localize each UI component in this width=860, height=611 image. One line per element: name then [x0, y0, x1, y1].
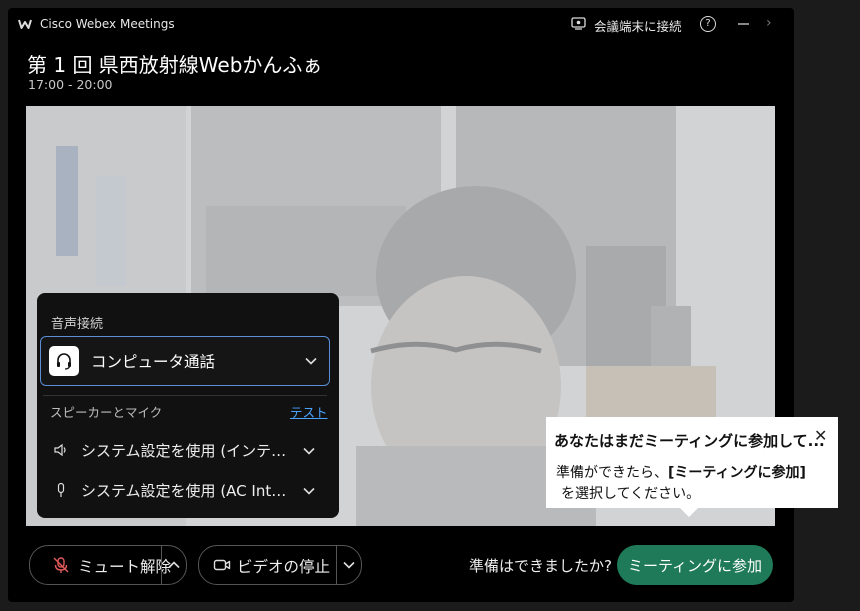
tooltip-body-line1: 準備ができたら、[ミーティングに参加]: [556, 462, 806, 482]
help-icon[interactable]: ?: [700, 16, 716, 32]
video-label: ビデオの停止: [237, 558, 331, 576]
join-hint-tooltip: あなたはまだミーティングに参加して... ✕ 準備ができたら、[ミーティングに参…: [546, 417, 838, 508]
video-toggle[interactable]: ビデオの停止: [198, 545, 362, 585]
audio-type-select[interactable]: コンピュータ通話: [40, 336, 330, 386]
speaker-select[interactable]: システム設定を使用 (インテル(...: [37, 435, 337, 465]
tooltip-body-bold: [ミーティングに参加]: [668, 465, 806, 481]
microphone-select[interactable]: システム設定を使用 (AC Inter...: [37, 475, 337, 505]
mute-toggle[interactable]: ミュート解除: [29, 545, 187, 585]
webex-window: Cisco Webex Meetings 会議端末に接続 ? › 第 1 回 県…: [8, 8, 794, 602]
chevron-down-icon[interactable]: [343, 560, 355, 570]
tooltip-body-prefix: 準備ができたら、: [556, 465, 668, 481]
chevron-up-icon[interactable]: [168, 560, 180, 570]
close-button[interactable]: ›: [766, 15, 772, 31]
chevron-down-icon: [303, 447, 315, 455]
pill-divider: [336, 546, 337, 584]
muted-microphone-icon: [53, 557, 69, 573]
speaker-mic-label: スピーカーとマイク: [50, 405, 163, 420]
chevron-down-icon: [303, 487, 315, 495]
pill-divider: [161, 546, 162, 584]
title-bar: Cisco Webex Meetings 会議端末に接続 ? ›: [8, 8, 794, 40]
microphone-icon: [57, 482, 65, 497]
headset-icon: [49, 346, 79, 376]
app-name: Cisco Webex Meetings: [40, 17, 175, 31]
speaker-setting: システム設定を使用 (インテル(...: [81, 442, 295, 460]
mute-label: ミュート解除: [78, 558, 172, 576]
connect-device-button[interactable]: 会議端末に接続: [594, 16, 682, 35]
tooltip-body-line2: を選択してください。: [561, 486, 701, 502]
meeting-title: 第 1 回 県西放射線Webかんふぁ: [27, 53, 323, 77]
webex-logo-icon: [18, 19, 32, 29]
audio-type-label: コンピュータ通話: [91, 353, 216, 371]
cast-device-icon[interactable]: [571, 17, 586, 30]
audio-connection-panel: 音声接続 コンピュータ通話 スピーカーとマイク テスト システム設定を使用 (イ…: [37, 293, 339, 518]
ready-question: 準備はできましたか?: [469, 557, 612, 575]
minimize-button[interactable]: [738, 23, 749, 25]
test-link[interactable]: テスト: [290, 402, 328, 421]
divider: [43, 395, 327, 396]
video-camera-icon: [213, 559, 231, 571]
audio-panel-heading: 音声接続: [51, 317, 104, 332]
speaker-icon: [54, 443, 66, 457]
tooltip-arrow: [680, 508, 698, 517]
close-icon[interactable]: ✕: [814, 426, 827, 445]
meeting-time: 17:00 - 20:00: [28, 77, 113, 92]
join-meeting-button[interactable]: ミーティングに参加: [617, 545, 773, 585]
mic-setting: システム設定を使用 (AC Inter...: [81, 482, 295, 500]
tooltip-title: あなたはまだミーティングに参加して...: [554, 432, 825, 450]
chevron-down-icon: [305, 357, 317, 365]
